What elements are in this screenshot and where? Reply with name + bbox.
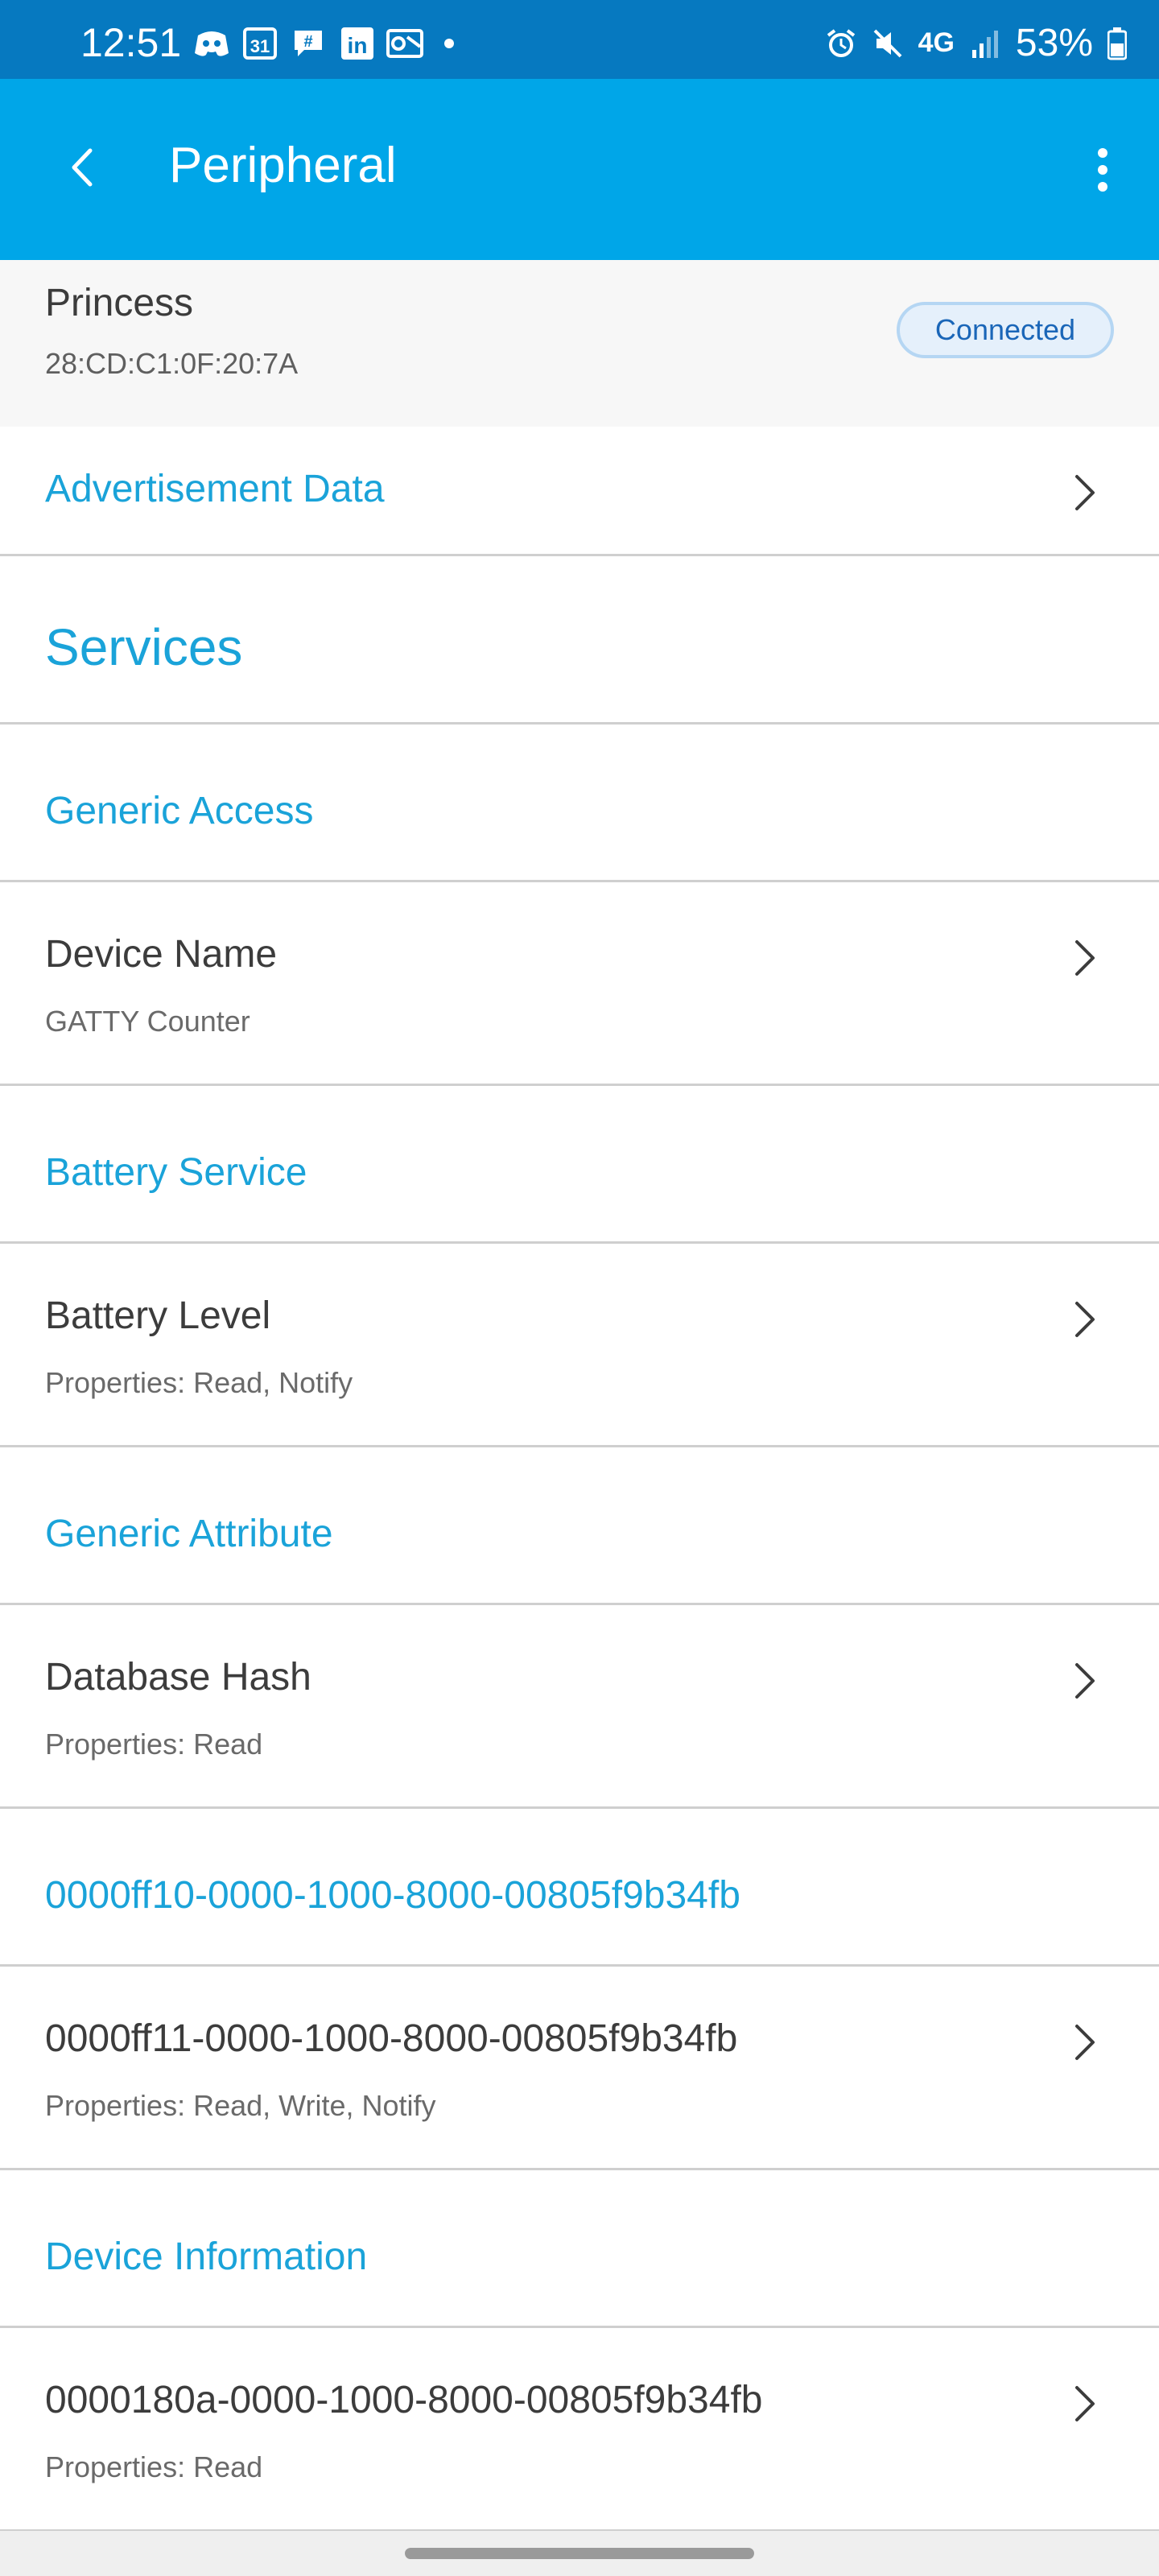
services-heading: Services	[45, 618, 243, 676]
characteristic-name: Device Name	[45, 933, 278, 976]
navigation-bar	[0, 2531, 1159, 2576]
chat-icon: #	[290, 27, 327, 60]
alarm-icon	[827, 28, 855, 57]
calendar-icon: 31	[241, 27, 278, 60]
back-arrow-icon[interactable]	[55, 139, 111, 196]
svg-text:#: #	[303, 33, 312, 51]
battery-icon	[1107, 27, 1127, 60]
chevron-right-icon	[1075, 2386, 1095, 2421]
characteristic-name: Database Hash	[45, 1656, 311, 1699]
service-header-device-information: Device Information	[0, 2170, 1159, 2328]
service-header-generic-access: Generic Access	[0, 724, 1159, 882]
service-header-battery-service: Battery Service	[0, 1086, 1159, 1244]
chevron-right-icon	[1075, 1663, 1095, 1699]
chevron-right-icon	[1075, 940, 1095, 976]
device-mac-address: 28:CD:C1:0F:20:7A	[45, 347, 299, 380]
characteristic-name: 0000180a-0000-1000-8000-00805f9b34fb	[45, 2379, 763, 2421]
calendar-day: 31	[250, 36, 270, 56]
characteristic-name: Battery Level	[45, 1294, 271, 1337]
service-name: 0000ff10-0000-1000-8000-00805f9b34fb	[45, 1874, 740, 1917]
svg-text:in: in	[348, 33, 368, 58]
system-status: 4G 53%	[825, 21, 1127, 65]
characteristic-row-database-hash[interactable]: Database Hash Properties: Read	[0, 1605, 1159, 1809]
advertisement-data-row[interactable]: Advertisement Data	[0, 427, 1159, 556]
signal-icon	[971, 30, 998, 58]
status-time: 12:51	[80, 20, 182, 65]
characteristic-subtitle: Properties: Read	[45, 2450, 263, 2483]
connection-status-badge[interactable]: Connected	[897, 302, 1114, 358]
service-name: Battery Service	[45, 1151, 307, 1194]
status-bar: 12:51 31 # in 4G 53%	[0, 0, 1159, 79]
notification-icons: 31 # in	[193, 27, 454, 60]
characteristic-row-180a[interactable]: 0000180a-0000-1000-8000-00805f9b34fb Pro…	[0, 2328, 1159, 2532]
network-type: 4G	[918, 27, 955, 58]
app-bar: Peripheral	[0, 79, 1159, 260]
service-name: Generic Attribute	[45, 1513, 333, 1555]
device-header: Princess 28:CD:C1:0F:20:7A Connected	[0, 260, 1159, 429]
characteristic-row-battery-level[interactable]: Battery Level Properties: Read, Notify	[0, 1244, 1159, 1447]
service-name: Device Information	[45, 2235, 368, 2278]
home-gesture-handle[interactable]	[405, 2548, 754, 2559]
more-options-icon[interactable]	[1079, 142, 1127, 198]
chevron-right-icon	[1075, 475, 1095, 510]
advertisement-data-label: Advertisement Data	[45, 468, 385, 510]
service-header-custom-ff10: 0000ff10-0000-1000-8000-00805f9b34fb	[0, 1809, 1159, 1967]
characteristic-row-device-name[interactable]: Device Name GATTY Counter	[0, 882, 1159, 1086]
outlook-icon	[386, 27, 423, 60]
characteristic-subtitle: GATTY Counter	[45, 1005, 250, 1038]
device-name: Princess	[45, 282, 194, 324]
chevron-right-icon	[1075, 2025, 1095, 2060]
characteristic-subtitle: Properties: Read, Write, Notify	[45, 2089, 436, 2122]
service-name: Generic Access	[45, 790, 314, 832]
characteristic-name: 0000ff11-0000-1000-8000-00805f9b34fb	[45, 2017, 738, 2060]
battery-percent: 53%	[1015, 22, 1093, 64]
service-header-generic-attribute: Generic Attribute	[0, 1447, 1159, 1605]
discord-icon	[193, 27, 230, 60]
mute-icon	[873, 29, 901, 57]
characteristic-row-custom-ff11[interactable]: 0000ff11-0000-1000-8000-00805f9b34fb Pro…	[0, 1967, 1159, 2170]
characteristic-subtitle: Properties: Read	[45, 1728, 263, 1761]
more-notifications-dot	[444, 39, 454, 48]
linkedin-icon: in	[338, 27, 375, 60]
chevron-right-icon	[1075, 1302, 1095, 1337]
services-section-header: Services	[0, 556, 1159, 724]
characteristic-subtitle: Properties: Read, Notify	[45, 1366, 353, 1399]
page-title: Peripheral	[169, 138, 397, 193]
